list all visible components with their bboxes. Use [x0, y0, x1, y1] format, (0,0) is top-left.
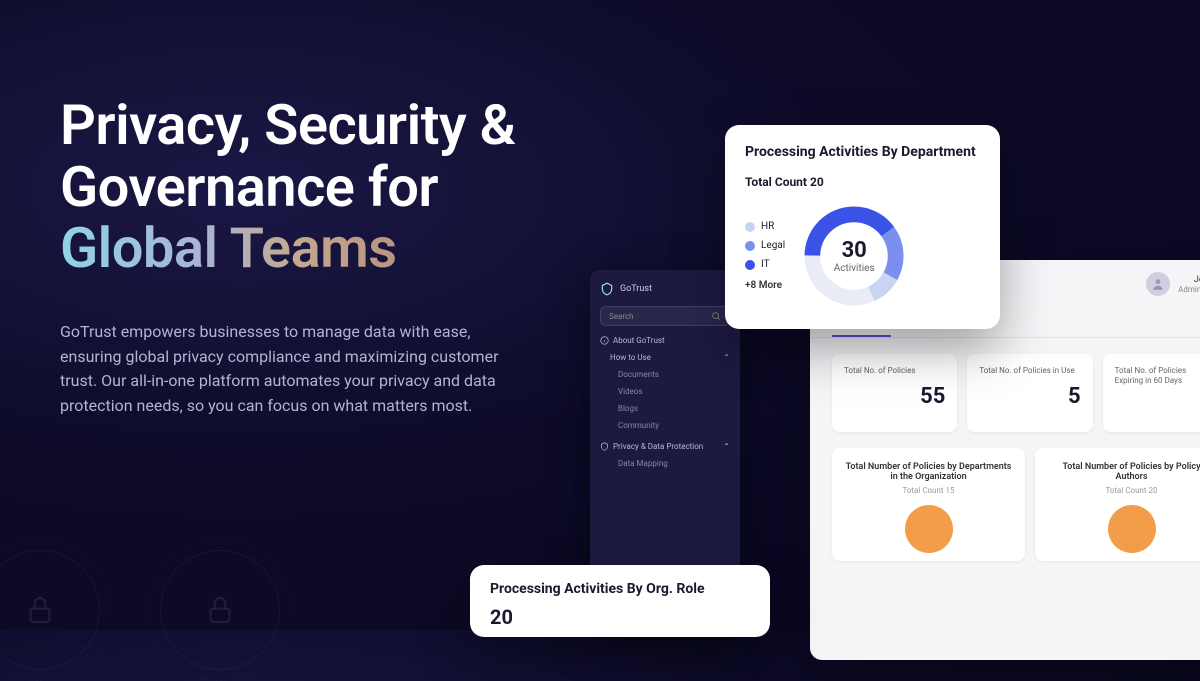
sidebar-section-howto[interactable]: How to Use ⌃ — [600, 353, 730, 362]
card-value: 20 — [490, 605, 750, 629]
sidebar-section-about[interactable]: About GoTrust — [600, 336, 730, 345]
legend-dot-icon — [745, 260, 755, 270]
stat-card-total: Total No. of Policies 55 — [832, 354, 957, 432]
lock-icon — [204, 594, 236, 626]
user-info: John Doe Admin account — [1178, 275, 1200, 294]
sidebar-item-community[interactable]: Community — [600, 417, 730, 434]
sidebar-brand: GoTrust — [600, 282, 730, 296]
background-locks — [0, 550, 280, 670]
donut-chart: 30 Activities — [799, 201, 909, 311]
donut-icon — [1108, 505, 1156, 553]
card-title: Processing Activities By Org. Role — [490, 581, 750, 597]
legend-hr[interactable]: HR — [745, 221, 785, 232]
legend-dot-icon — [745, 241, 755, 251]
hero-title-gradient: Global Teams — [60, 215, 397, 281]
user-name: John Doe — [1178, 275, 1200, 285]
sidebar-item-documents[interactable]: Documents — [600, 366, 730, 383]
chart-cards: Total Number of Policies by Departments … — [810, 448, 1200, 561]
hero-title: Privacy, Security & Governance for Globa… — [60, 95, 520, 280]
stat-card-expiring: Total No. of Policies Expiring in 60 Day… — [1103, 354, 1200, 432]
sidebar-search[interactable]: Search — [600, 306, 730, 326]
stat-card-inuse: Total No. of Policies in Use 5 — [967, 354, 1092, 432]
hero-title-line2: Governance for — [60, 154, 438, 220]
chart-by-author: Total Number of Policies by Policy Autho… — [1035, 448, 1200, 561]
sidebar-item-blogs[interactable]: Blogs — [600, 400, 730, 417]
info-icon — [600, 336, 609, 345]
sidebar-item-data-mapping[interactable]: Data Mapping — [600, 455, 730, 472]
legend-dot-icon — [745, 222, 755, 232]
avatar[interactable] — [1146, 272, 1170, 296]
processing-by-org-role-card: Processing Activities By Org. Role 20 — [470, 565, 770, 637]
donut-center: 30 Activities — [834, 238, 875, 274]
legend-it[interactable]: IT — [745, 259, 785, 270]
hero-title-line1: Privacy, Security & — [60, 92, 516, 158]
chevron-up-icon: ⌃ — [723, 442, 730, 451]
lock-icon — [24, 594, 56, 626]
processing-by-department-card: Processing Activities By Department Tota… — [725, 125, 1000, 329]
legend-more[interactable]: +8 More — [745, 280, 785, 291]
hero-section: Privacy, Security & Governance for Globa… — [60, 95, 520, 419]
user-icon — [1151, 277, 1165, 291]
chevron-up-icon: ⌃ — [723, 353, 730, 362]
chart-by-department: Total Number of Policies by Departments … — [832, 448, 1025, 561]
card-title: Processing Activities By Department — [745, 143, 980, 161]
shield-icon — [600, 442, 609, 451]
user-role: Admin account — [1178, 285, 1200, 294]
donut-icon — [905, 505, 953, 553]
card-subtitle: Total Count 20 — [745, 175, 980, 189]
stat-cards: Total No. of Policies 55 Total No. of Po… — [810, 338, 1200, 448]
sidebar-section-privacy[interactable]: Privacy & Data Protection ⌃ — [600, 442, 730, 451]
sidebar-item-videos[interactable]: Videos — [600, 383, 730, 400]
search-icon — [711, 311, 721, 321]
shield-icon — [600, 282, 614, 296]
hero-body: GoTrust empowers businesses to manage da… — [60, 320, 520, 419]
legend-legal[interactable]: Legal — [745, 240, 785, 251]
legend: HR Legal IT +8 More — [745, 221, 785, 291]
